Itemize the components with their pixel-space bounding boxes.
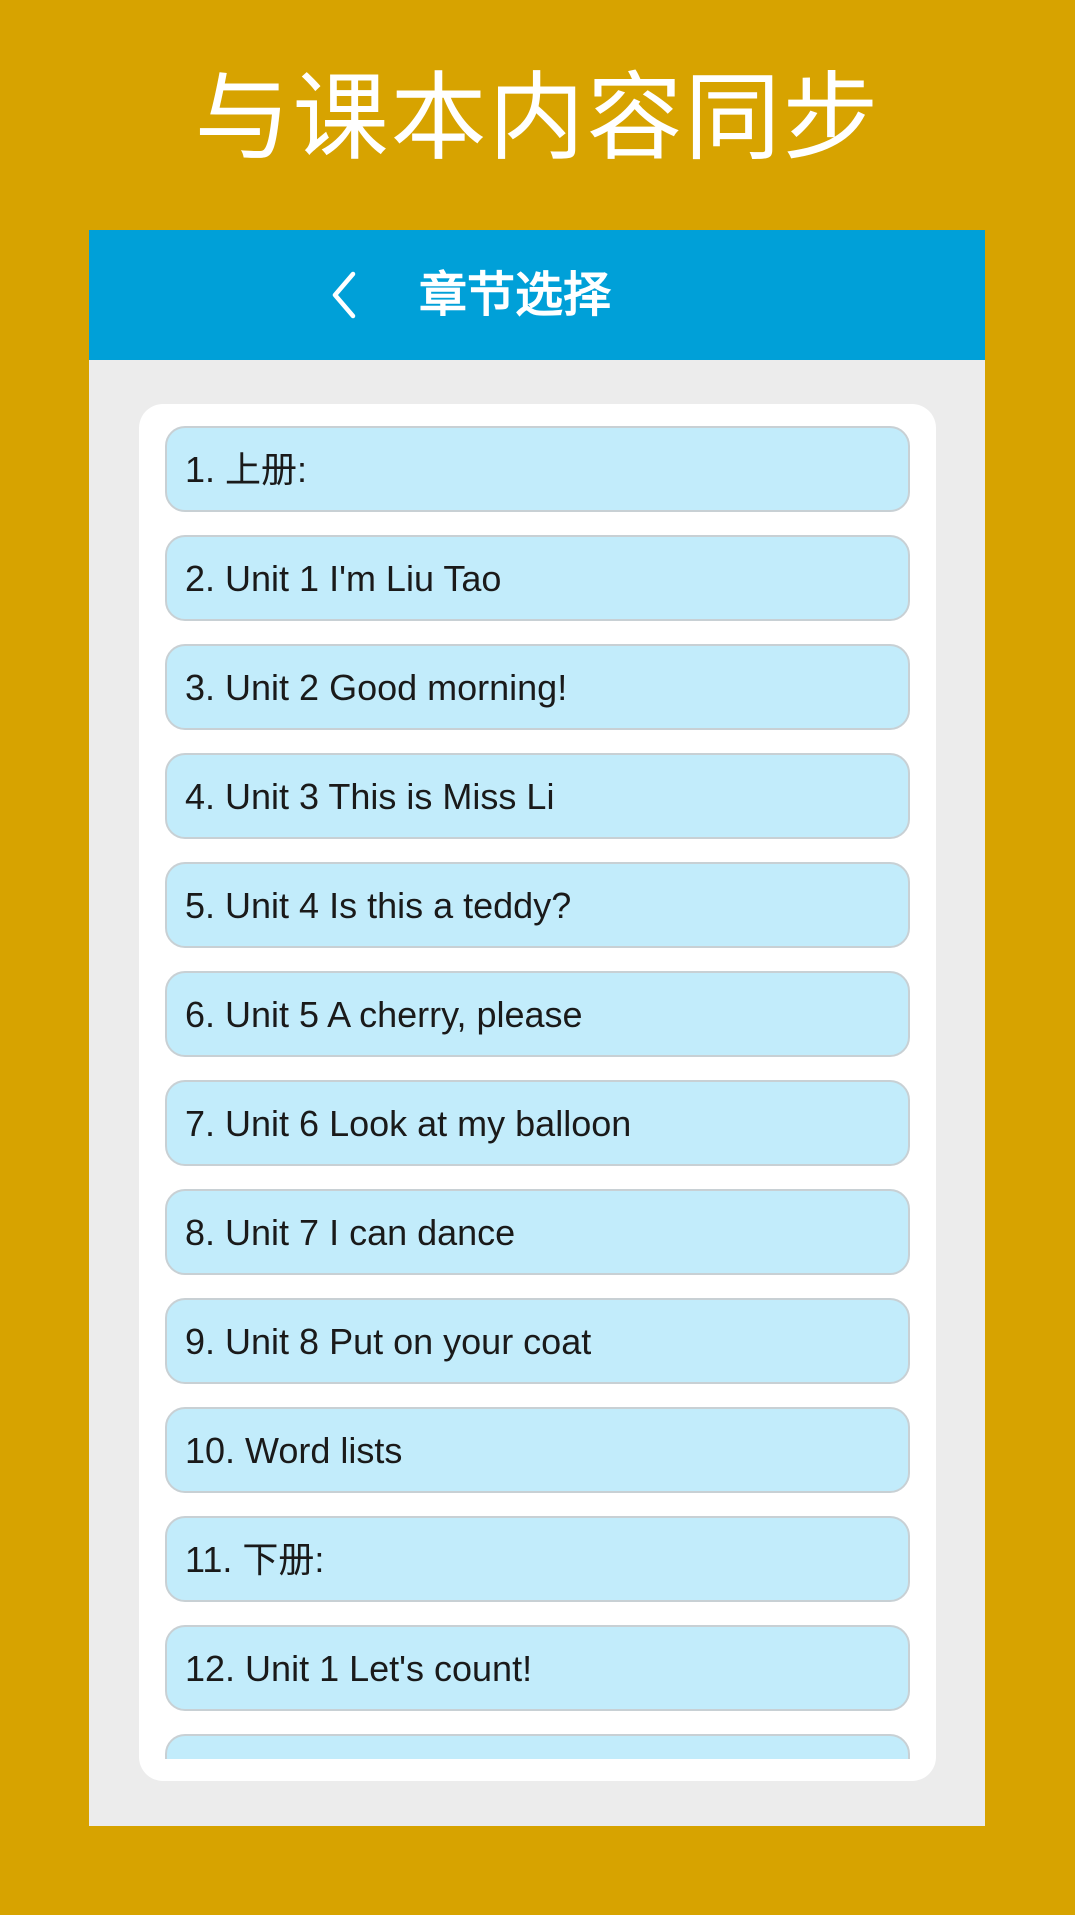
- chapter-item[interactable]: 8. Unit 7 I can dance: [165, 1189, 910, 1275]
- chapter-label: 6. Unit 5 A cherry, please: [185, 994, 583, 1035]
- chapter-label: 4. Unit 3 This is Miss Li: [185, 776, 555, 817]
- chapter-label: 2. Unit 1 I'm Liu Tao: [185, 558, 502, 599]
- chapter-label: 3. Unit 2 Good morning!: [185, 667, 568, 708]
- chapter-item[interactable]: 1. 上册:: [165, 426, 910, 512]
- chapter-label: 1. 上册:: [185, 449, 308, 490]
- chapter-label: 12. Unit 1 Let's count!: [185, 1648, 533, 1689]
- chapter-label: 7. Unit 6 Look at my balloon: [185, 1103, 632, 1144]
- chapter-label: 11. 下册:: [185, 1539, 325, 1580]
- back-button[interactable]: [319, 260, 369, 330]
- chapter-item[interactable]: 5. Unit 4 Is this a teddy?: [165, 862, 910, 948]
- chapter-item[interactable]: 3. Unit 2 Good morning!: [165, 644, 910, 730]
- chevron-left-icon: [332, 271, 356, 319]
- chapter-item[interactable]: [165, 1734, 910, 1759]
- chapter-item[interactable]: 2. Unit 1 I'm Liu Tao: [165, 535, 910, 621]
- app-screen: 章节选择 1. 上册: 2. Unit 1 I'm Liu Tao 3. Unit …: [89, 230, 985, 1826]
- chapter-card: 1. 上册: 2. Unit 1 I'm Liu Tao 3. Unit 2 Goo…: [139, 404, 936, 1781]
- chapter-item[interactable]: 4. Unit 3 This is Miss Li: [165, 753, 910, 839]
- chapter-label: 9. Unit 8 Put on your coat: [185, 1321, 592, 1362]
- chapter-list[interactable]: 1. 上册: 2. Unit 1 I'm Liu Tao 3. Unit 2 Goo…: [165, 426, 910, 1759]
- chapter-label: 5. Unit 4 Is this a teddy?: [185, 885, 572, 926]
- page-title: 章节选择: [419, 267, 612, 323]
- chapter-item[interactable]: 11. 下册:: [165, 1516, 910, 1602]
- app-header: 章节选择: [89, 230, 985, 360]
- chapter-item[interactable]: 9. Unit 8 Put on your coat: [165, 1298, 910, 1384]
- chapter-item[interactable]: 12. Unit 1 Let's count!: [165, 1625, 910, 1711]
- chapter-label: 8. Unit 7 I can dance: [185, 1212, 516, 1253]
- promo-title: 与课本内容同步: [194, 62, 881, 174]
- chapter-item[interactable]: 10. Word lists: [165, 1407, 910, 1493]
- chapter-item[interactable]: 6. Unit 5 A cherry, please: [165, 971, 910, 1057]
- chapter-label: 10. Word lists: [185, 1430, 403, 1471]
- chapter-item[interactable]: 7. Unit 6 Look at my balloon: [165, 1080, 910, 1166]
